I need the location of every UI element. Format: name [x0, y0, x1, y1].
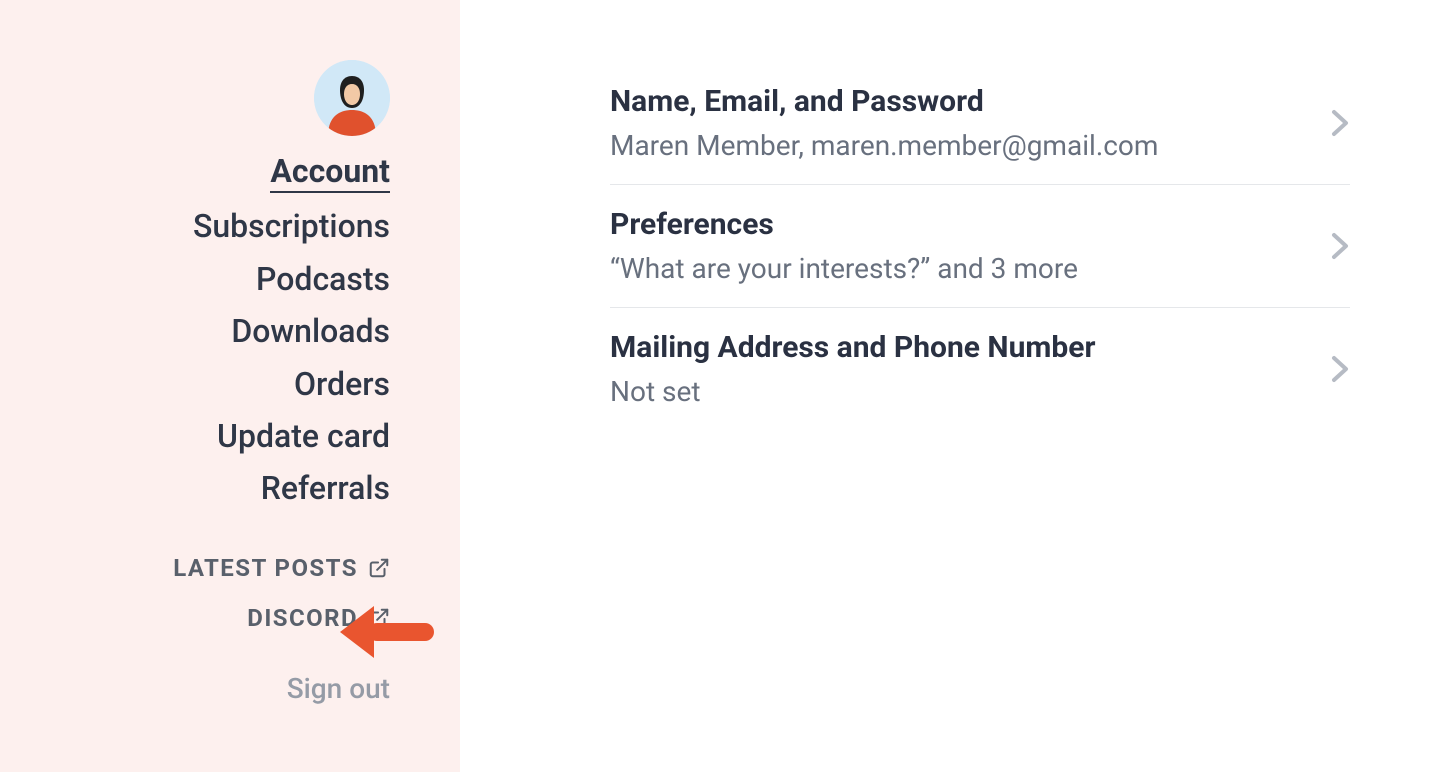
ext-link-label: LATEST POSTS [173, 554, 358, 582]
external-link-icon [368, 557, 390, 579]
chevron-right-icon [1330, 231, 1350, 261]
chevron-right-icon [1330, 354, 1350, 384]
nav-item-account[interactable]: Account [270, 152, 390, 193]
nav-secondary: LATEST POSTS DISCORD [173, 554, 390, 632]
avatar-icon [314, 60, 390, 136]
nav-item-podcasts[interactable]: Podcasts [256, 260, 390, 298]
ext-link-discord[interactable]: DISCORD [247, 604, 390, 632]
external-link-icon [368, 607, 390, 629]
settings-row-subtitle: Maren Member, maren.member@gmail.com [610, 129, 1158, 162]
ext-link-latest-posts[interactable]: LATEST POSTS [173, 554, 390, 582]
settings-row-text: Preferences “What are your interests?” a… [610, 207, 1078, 285]
nav-item-downloads[interactable]: Downloads [231, 312, 390, 350]
settings-row-title: Mailing Address and Phone Number [610, 330, 1095, 365]
nav-item-update-card[interactable]: Update card [217, 417, 390, 455]
nav-item-subscriptions[interactable]: Subscriptions [193, 207, 390, 245]
settings-row-title: Name, Email, and Password [610, 84, 1158, 119]
settings-row-name-email-password[interactable]: Name, Email, and Password Maren Member, … [610, 84, 1350, 185]
settings-row-mailing-address-phone[interactable]: Mailing Address and Phone Number Not set [610, 308, 1350, 430]
main-content: Name, Email, and Password Maren Member, … [460, 0, 1440, 772]
settings-row-text: Mailing Address and Phone Number Not set [610, 330, 1095, 408]
settings-row-preferences[interactable]: Preferences “What are your interests?” a… [610, 185, 1350, 308]
avatar[interactable] [314, 60, 390, 136]
settings-row-text: Name, Email, and Password Maren Member, … [610, 84, 1158, 162]
settings-row-title: Preferences [610, 207, 1078, 242]
ext-link-label: DISCORD [247, 604, 358, 632]
nav-item-orders[interactable]: Orders [294, 365, 390, 403]
sidebar: Account Subscriptions Podcasts Downloads… [0, 0, 460, 772]
settings-row-subtitle: “What are your interests?” and 3 more [610, 252, 1078, 285]
chevron-right-icon [1330, 108, 1350, 138]
settings-row-subtitle: Not set [610, 375, 1095, 408]
sign-out-link[interactable]: Sign out [287, 672, 390, 705]
nav-primary: Account Subscriptions Podcasts Downloads… [193, 152, 390, 508]
nav-item-referrals[interactable]: Referrals [261, 469, 390, 507]
